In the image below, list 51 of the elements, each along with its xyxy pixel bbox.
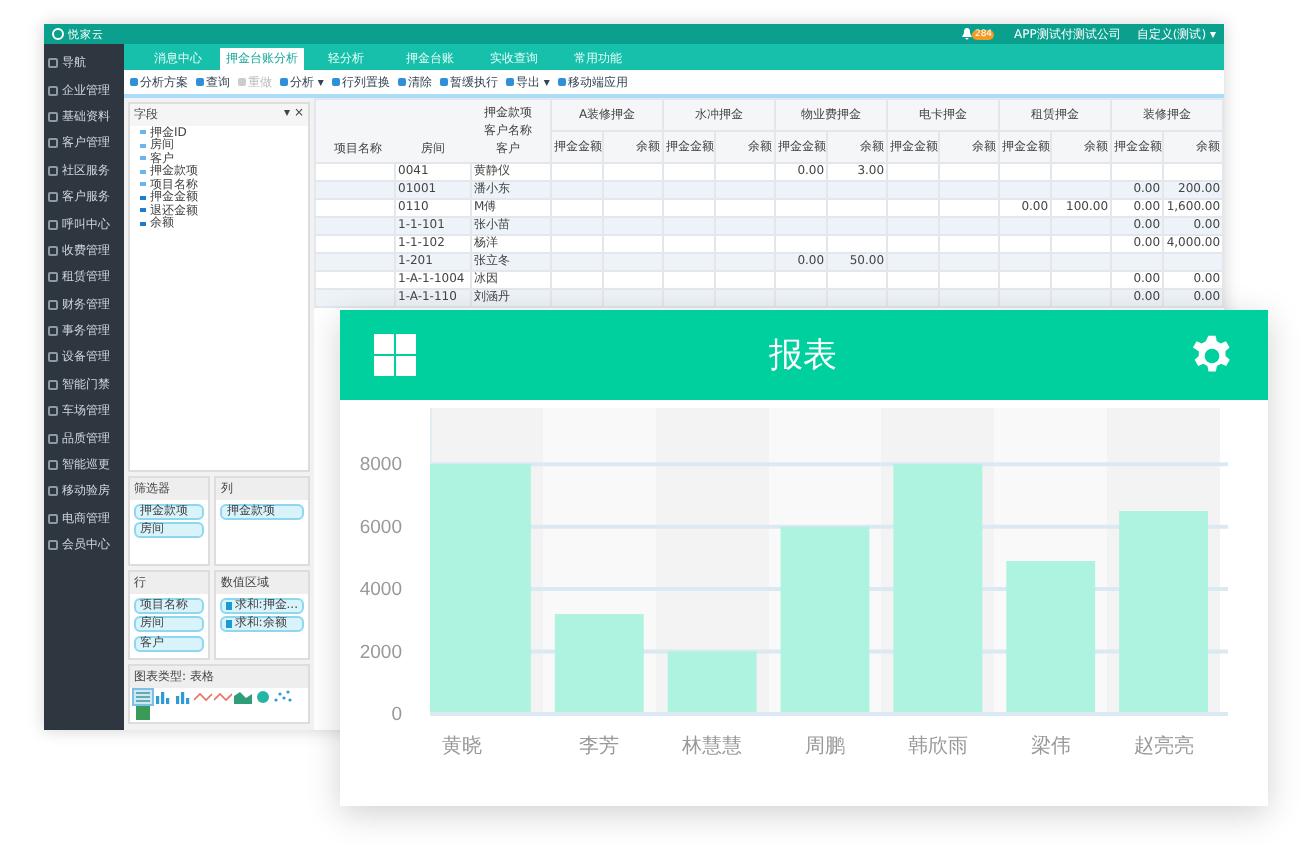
axis-label: 李芳 xyxy=(579,736,620,758)
square-icon xyxy=(48,379,58,390)
report-title: 报表 xyxy=(769,334,837,378)
line-chart-icon[interactable] xyxy=(214,690,232,704)
axis-label: 韩欣雨 xyxy=(907,736,968,758)
sum-icon xyxy=(226,620,233,628)
square-icon xyxy=(48,299,58,310)
square-icon xyxy=(48,486,58,497)
square-icon xyxy=(48,540,58,551)
sum-icon xyxy=(226,601,233,609)
bar-chart-icon[interactable] xyxy=(174,690,192,704)
dash-icon xyxy=(140,130,146,135)
square-icon xyxy=(48,245,58,256)
logo-icon xyxy=(52,28,64,40)
axis-label: 梁伟 xyxy=(1030,736,1071,758)
dash-icon xyxy=(140,156,146,161)
axis-label: 4000 xyxy=(359,579,402,602)
axis-label: 赵亮亮 xyxy=(1133,736,1194,758)
bar xyxy=(667,651,757,714)
line-chart-icon[interactable] xyxy=(194,690,212,704)
square-icon xyxy=(48,433,58,444)
bell-icon[interactable] xyxy=(962,28,973,40)
scatter-icon[interactable] xyxy=(274,690,292,704)
pie-chart-icon[interactable] xyxy=(254,690,272,704)
axis-label: 林慧慧 xyxy=(682,736,743,758)
bar-chart-icon[interactable] xyxy=(154,690,172,704)
axis-label: 8000 xyxy=(359,454,402,477)
axis-label: 0 xyxy=(391,704,402,726)
square-icon xyxy=(48,85,58,96)
axis-label: 2000 xyxy=(359,641,402,664)
square-icon xyxy=(48,406,58,417)
square-icon xyxy=(48,326,58,337)
square-icon xyxy=(48,165,58,176)
square-icon xyxy=(48,460,58,471)
square-icon xyxy=(48,513,58,524)
dash-icon xyxy=(140,182,146,187)
bar xyxy=(554,614,644,714)
axis-label: 6000 xyxy=(359,516,402,539)
square-icon xyxy=(48,111,58,122)
dash-icon xyxy=(140,143,146,148)
table-icon[interactable] xyxy=(134,690,152,704)
square-icon xyxy=(48,219,58,230)
settings-icon[interactable] xyxy=(1190,333,1234,377)
dash-icon xyxy=(140,169,146,174)
square-icon xyxy=(48,138,58,149)
square-icon xyxy=(48,272,58,283)
menu-icon xyxy=(48,58,58,69)
axis-label: 黄晓 xyxy=(442,736,483,758)
square-icon xyxy=(48,352,58,363)
axis-label: 周鹏 xyxy=(805,736,845,758)
square-icon xyxy=(48,192,58,203)
